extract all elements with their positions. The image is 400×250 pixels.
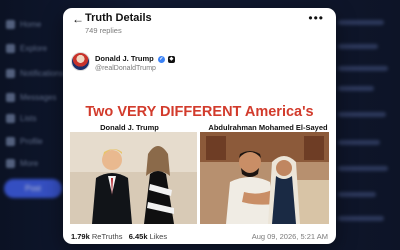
verified-badge-icon: ✓ xyxy=(157,55,165,63)
page-title: Truth Details xyxy=(85,12,152,24)
message-icon xyxy=(6,93,15,102)
background-sidebar-item: Notifications xyxy=(6,69,64,78)
profile-icon xyxy=(6,137,15,146)
explore-icon xyxy=(6,44,15,53)
background-sidebar: Home Explore Notifications Messages List… xyxy=(0,0,64,250)
retruths-count[interactable]: 1.79k xyxy=(71,232,90,241)
background-blur-line xyxy=(338,86,374,91)
home-icon xyxy=(6,20,15,29)
avatar[interactable] xyxy=(71,52,90,71)
background-blur-line xyxy=(338,192,376,197)
retruths-label[interactable]: ReTruths xyxy=(92,232,123,241)
post-timestamp: Aug 09, 2026, 5:21 AM xyxy=(251,232,328,241)
likes-label[interactable]: Likes xyxy=(150,232,168,241)
post-image-headline: Two VERY DIFFERENT America's xyxy=(85,104,314,120)
background-blur-line xyxy=(338,216,384,221)
list-icon xyxy=(6,114,15,123)
background-sidebar-label: Notifications xyxy=(20,69,64,78)
more-options-icon[interactable]: ••• xyxy=(308,11,324,25)
background-sidebar-item: Profile xyxy=(6,137,43,146)
bell-icon xyxy=(6,69,15,78)
reply-count: 749 replies xyxy=(85,26,122,35)
background-sidebar-label: Messages xyxy=(20,93,57,102)
background-sidebar-item: Home xyxy=(6,20,41,29)
background-sidebar-label: Explore xyxy=(20,44,48,53)
background-blur-line xyxy=(338,166,388,171)
right-photo-label: Abdulrahman Mohamed El-Sayed xyxy=(208,123,328,132)
background-sidebar-label: Lists xyxy=(20,114,37,123)
author-name-text[interactable]: Donald J. Trump xyxy=(95,54,154,63)
family-photo-illustration xyxy=(200,132,329,224)
background-sidebar-label: Profile xyxy=(20,137,43,146)
engagement-stats: 1.79k ReTruths 6.45k Likes xyxy=(71,232,167,241)
truth-details-card: ← Truth Details 749 replies ••• Donald J… xyxy=(63,8,336,244)
likes-count[interactable]: 6.45k xyxy=(129,232,148,241)
author-name[interactable]: Donald J. Trump ✓ ◆ xyxy=(95,54,175,63)
background-blur-line xyxy=(338,66,388,71)
background-blur-line xyxy=(338,112,386,117)
background-post-button: Post xyxy=(4,179,62,198)
affiliation-badge-icon: ◆ xyxy=(167,55,175,63)
left-photo-label: Donald J. Trump xyxy=(100,123,159,132)
post-author[interactable]: Donald J. Trump ✓ ◆ @realDonaldTrump xyxy=(71,52,271,78)
background-sidebar-label: Home xyxy=(20,20,42,29)
background-blur-line xyxy=(338,44,378,49)
left-photo[interactable] xyxy=(70,132,197,224)
couple-photo-illustration xyxy=(70,132,197,224)
background-blur-line xyxy=(338,140,380,145)
author-handle[interactable]: @realDonaldTrump xyxy=(95,65,156,72)
background-sidebar-item: Messages xyxy=(6,93,56,102)
back-arrow-icon[interactable]: ← xyxy=(72,13,84,25)
background-sidebar-item: Lists xyxy=(6,114,36,123)
background-blur-line xyxy=(338,20,384,25)
card-header: ← Truth Details 749 replies ••• xyxy=(63,8,336,44)
background-sidebar-item: More xyxy=(6,159,38,168)
right-photo[interactable] xyxy=(200,132,329,224)
more-icon xyxy=(6,159,15,168)
background-sidebar-label: More xyxy=(20,159,39,168)
background-sidebar-item: Explore xyxy=(6,44,47,53)
